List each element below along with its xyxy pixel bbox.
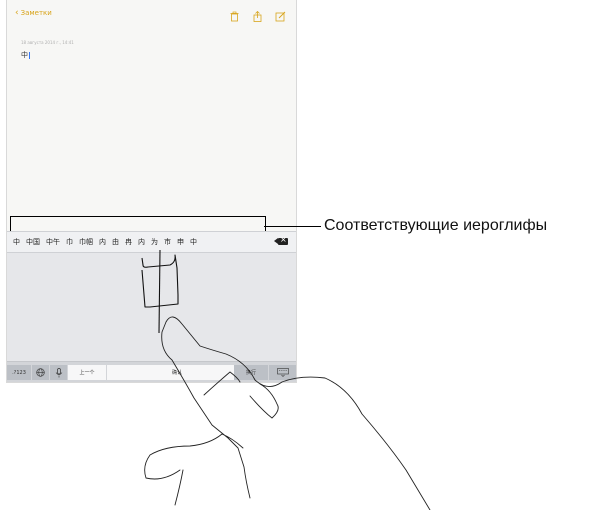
handwritten-stroke — [158, 249, 161, 334]
hand-illustration — [141, 249, 431, 510]
hand-outline-icon — [144, 316, 431, 510]
